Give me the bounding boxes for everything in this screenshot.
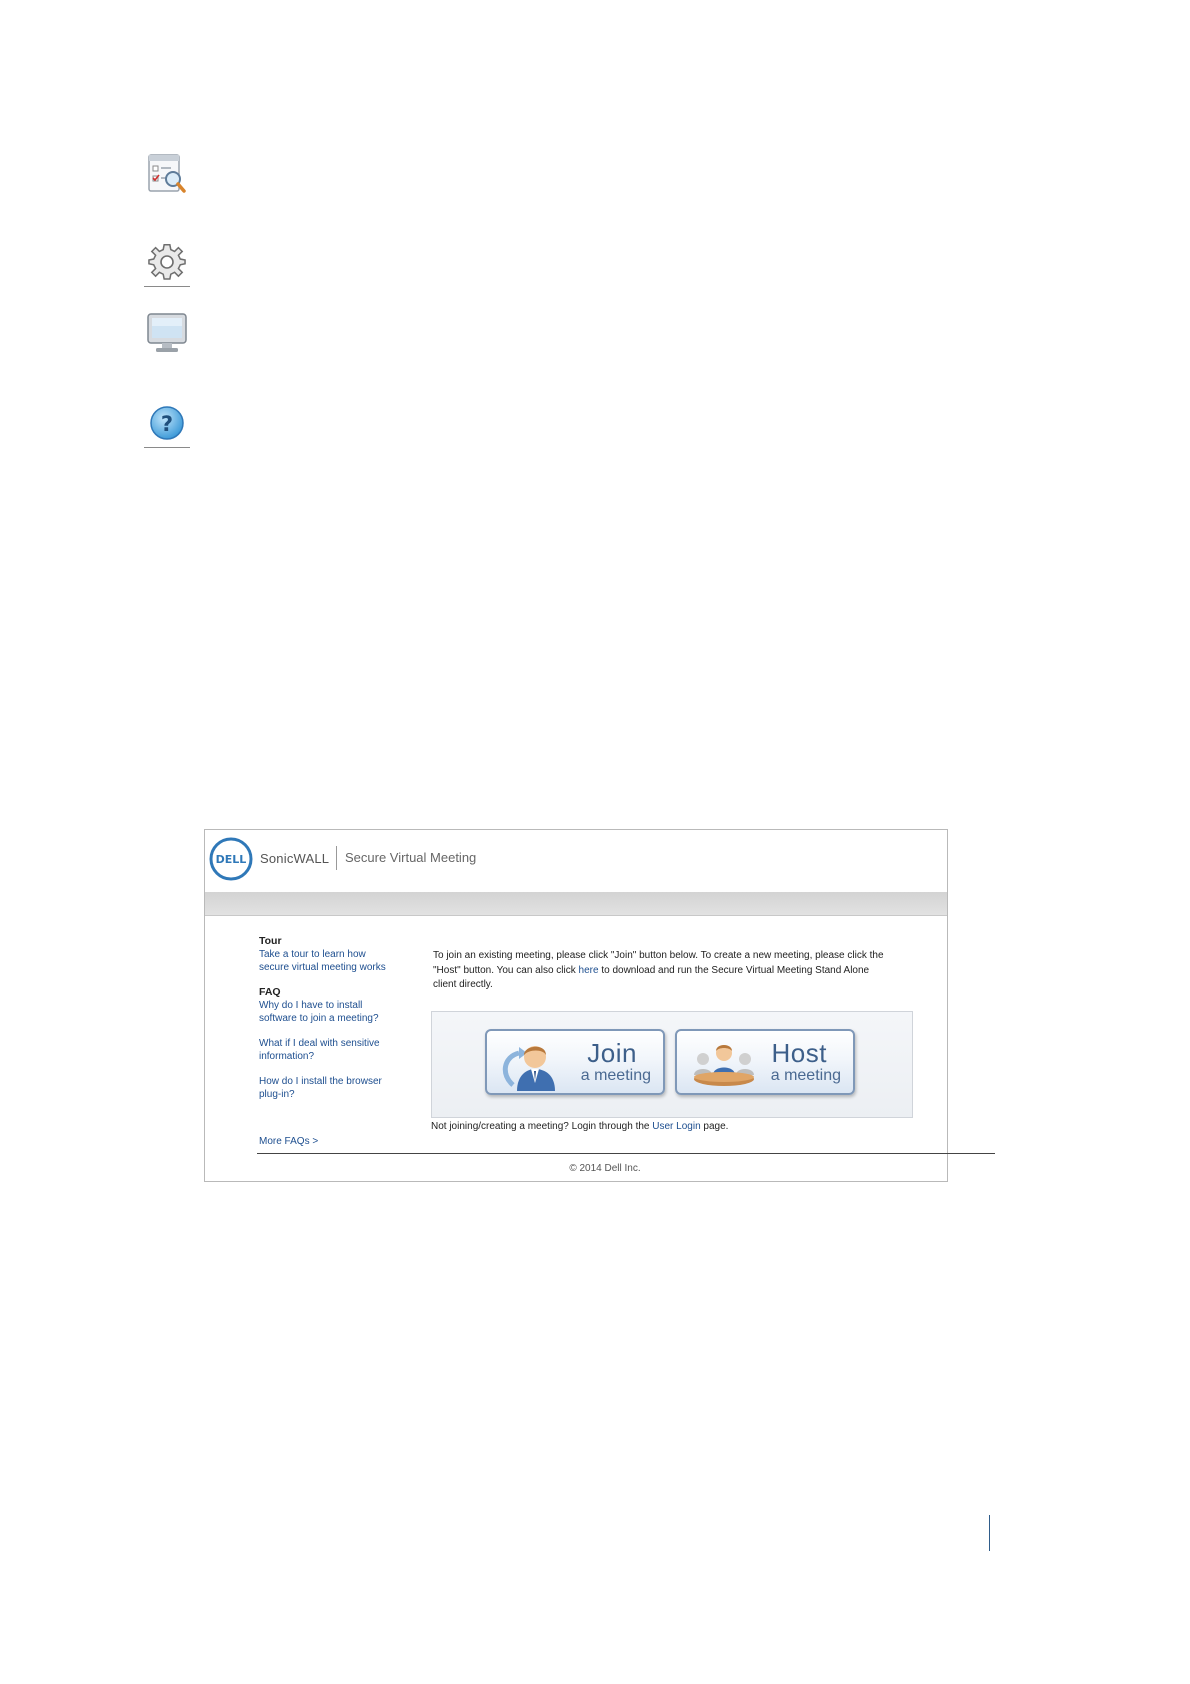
copyright: © 2014 Dell Inc.	[569, 1163, 641, 1174]
user-login-notice: Not joining/creating a meeting? Login th…	[431, 1121, 728, 1132]
portal-header: DELL SonicWALL Secure Virtual Meeting	[205, 830, 947, 892]
divider	[144, 447, 190, 448]
brand-name: SonicWALL	[260, 851, 330, 866]
help-links-panel: Tour Take a tour to learn how secure vir…	[259, 935, 419, 1101]
host-group-icon	[689, 1035, 755, 1091]
faq-link-install-line2[interactable]: software to join a meeting?	[259, 1012, 419, 1025]
host-label: Host	[771, 1038, 827, 1068]
help-icon: ?	[144, 401, 190, 447]
header-separator	[336, 846, 337, 870]
intro-text: To join an existing meeting, please clic…	[433, 949, 913, 993]
checklist-search-icon	[144, 152, 190, 198]
faq-link-sensitive-line2[interactable]: information?	[259, 1050, 419, 1063]
notice-text-end: page.	[703, 1121, 729, 1132]
join-person-icon	[499, 1035, 565, 1091]
monitor-icon	[144, 311, 190, 357]
gear-icon	[144, 241, 190, 287]
faq-link-plugin[interactable]: How do I install the browser	[259, 1075, 419, 1088]
tour-link-line2[interactable]: secure virtual meeting works	[259, 961, 419, 974]
user-login-link[interactable]: User Login	[652, 1121, 700, 1132]
faq-title: FAQ	[259, 986, 281, 998]
meeting-button-panel: Join a meeting Host a meeting	[431, 1011, 913, 1118]
tour-link[interactable]: Take a tour to learn how	[259, 948, 419, 961]
intro-line-1: To join an existing meeting, please clic…	[433, 950, 884, 961]
join-sublabel: a meeting	[580, 1067, 651, 1084]
faq-link-install[interactable]: Why do I have to install	[259, 999, 419, 1012]
join-meeting-button[interactable]: Join a meeting	[485, 1029, 665, 1095]
join-label: Join	[587, 1038, 637, 1068]
download-here-link[interactable]: here	[579, 965, 599, 976]
host-sublabel: a meeting	[770, 1067, 841, 1084]
tour-title: Tour	[259, 935, 282, 947]
svg-text:?: ?	[161, 412, 173, 436]
notice-text: Not joining/creating a meeting? Login th…	[431, 1121, 650, 1132]
divider	[144, 286, 190, 287]
intro-line-2a: "Host" button. You can also click	[433, 964, 576, 976]
header-band	[205, 892, 947, 916]
more-faqs-link[interactable]: More FAQs >	[259, 1136, 318, 1147]
product-name: Secure Virtual Meeting	[345, 850, 477, 865]
footer-divider	[257, 1153, 995, 1154]
portal-screenshot: DELL SonicWALL Secure Virtual Meeting To…	[204, 829, 995, 1182]
svg-text:DELL: DELL	[216, 853, 247, 866]
faq-link-sensitive[interactable]: What if I deal with sensitive	[259, 1037, 419, 1050]
page-margin-marker	[989, 1515, 990, 1551]
intro-line-3: client directly.	[433, 979, 493, 990]
host-meeting-button[interactable]: Host a meeting	[675, 1029, 855, 1095]
intro-line-2b: to download and run the Secure Virtual M…	[601, 964, 870, 976]
faq-link-plugin-line2[interactable]: plug-in?	[259, 1088, 419, 1101]
dell-logo: DELL	[209, 837, 253, 881]
